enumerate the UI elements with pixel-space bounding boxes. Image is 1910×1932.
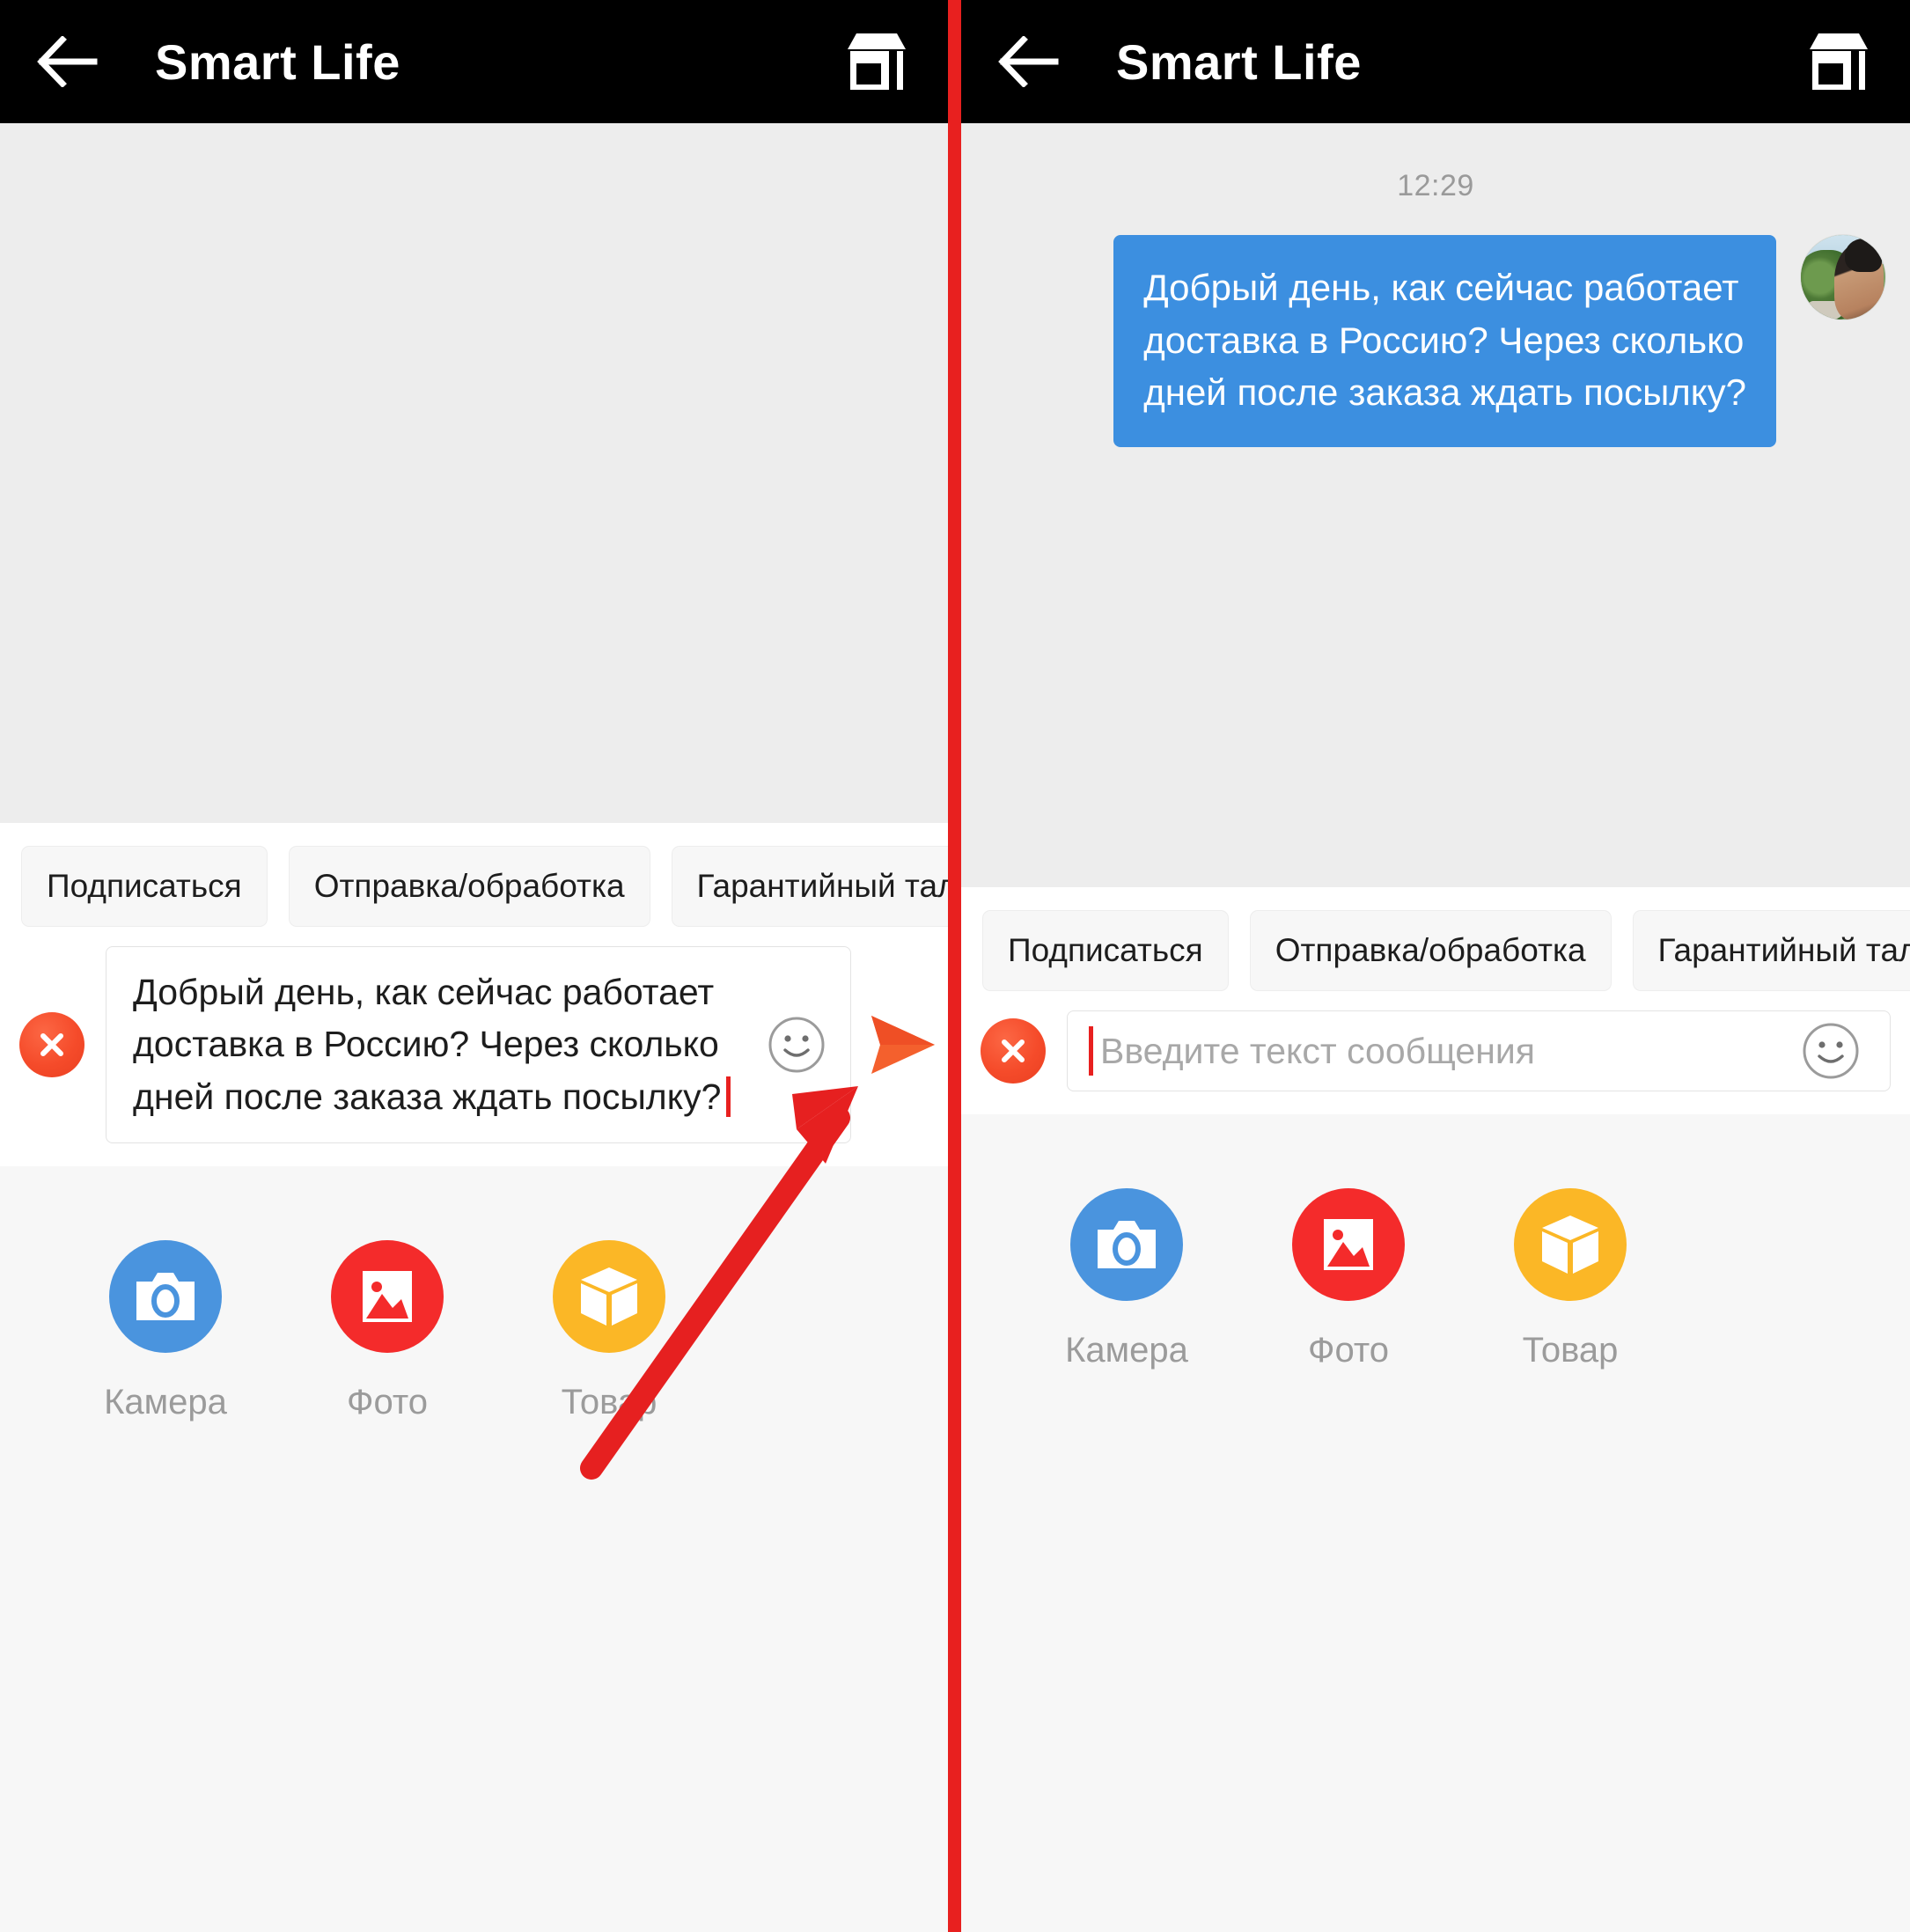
- send-arrow-icon: [871, 1016, 935, 1075]
- message-input-text-wrap-left[interactable]: Добрый день, как сейчас работает доставк…: [107, 947, 743, 1142]
- text-caret: [726, 1076, 731, 1117]
- quick-reply-chip-shipping-right[interactable]: Отправка/обработка: [1249, 910, 1612, 991]
- panel-after: Smart Life 12:29 Добрый день, как сейчас…: [961, 0, 1910, 1932]
- smiley-icon: [768, 1017, 825, 1073]
- composer-left: Подписаться Отправка/обработка Гарантийн…: [0, 823, 948, 1167]
- photo-circle-right: [1292, 1188, 1405, 1301]
- message-input-right[interactable]: Введите текст сообщения: [1067, 1010, 1891, 1091]
- text-caret-right: [1089, 1026, 1093, 1076]
- store-button-right[interactable]: [1801, 24, 1877, 99]
- bubble-line-2: доставка в Россию? Через сколько: [1143, 319, 1745, 361]
- camera-circle-left: [109, 1240, 222, 1354]
- quick-reply-chips-left: Подписаться Отправка/обработка Гарантийн…: [0, 823, 948, 927]
- app-title-left: Smart Life: [155, 33, 400, 90]
- smiley-icon: [1803, 1023, 1859, 1079]
- store-icon: [1810, 33, 1868, 90]
- bubble-line-3: дней после заказа ждать посылку?: [1143, 371, 1746, 414]
- store-icon: [848, 33, 906, 90]
- attachment-panel-left: Камера Фото Товар: [0, 1166, 948, 1932]
- chat-messages-right: 12:29 Добрый день, как сейчас работает д…: [961, 123, 1910, 887]
- camera-circle-right: [1070, 1188, 1183, 1301]
- quick-reply-chip-warranty[interactable]: Гарантийный талон: [671, 846, 948, 927]
- message-timestamp: 12:29: [1397, 169, 1474, 202]
- close-panel-button-right[interactable]: [981, 1018, 1046, 1084]
- attachment-camera-right[interactable]: Камера: [1016, 1188, 1238, 1370]
- box-icon: [581, 1267, 637, 1326]
- message-bubble[interactable]: Добрый день, как сейчас работает доставк…: [1113, 235, 1776, 447]
- attachment-label-product-left: Товар: [561, 1383, 657, 1422]
- dual-screenshot-comparison: Smart Life Подписаться Отправка/обработк…: [0, 0, 1910, 1932]
- chat-messages-left: [0, 123, 948, 823]
- input-line-3: дней после заказа ждать посылку?: [133, 1071, 731, 1123]
- store-button-left[interactable]: [839, 24, 915, 99]
- message-input-row-right: Введите текст сообщения: [961, 991, 1910, 1114]
- chat-message-outgoing: Добрый день, как сейчас работает доставк…: [961, 203, 1910, 447]
- attachment-panel-right: Камера Фото Товар: [961, 1114, 1910, 1932]
- avatar[interactable]: [1801, 235, 1885, 320]
- box-circle-left: [553, 1240, 665, 1354]
- attachment-label-camera-left: Камера: [104, 1383, 227, 1422]
- quick-reply-chip-shipping[interactable]: Отправка/обработка: [288, 846, 650, 927]
- composer-right: Подписаться Отправка/обработка Гарантийн…: [961, 887, 1910, 1114]
- send-button-left[interactable]: [851, 1007, 948, 1083]
- attachment-row-left: Камера Фото Товар: [0, 1240, 948, 1422]
- input-line-2: доставка в Россию? Через сколько: [133, 1024, 719, 1065]
- attachment-label-photo-right: Фото: [1308, 1331, 1389, 1370]
- message-input-value: Добрый день, как сейчас работает доставк…: [133, 966, 731, 1123]
- app-bar-left: Smart Life: [0, 0, 948, 123]
- panel-divider: [948, 0, 961, 1932]
- attachment-photo-left[interactable]: Фото: [276, 1240, 498, 1422]
- message-input-placeholder: Введите текст сообщения: [1100, 1030, 1535, 1071]
- app-bar-right: Smart Life: [961, 0, 1910, 123]
- box-icon: [1542, 1216, 1598, 1274]
- avatar-hair: [1844, 238, 1883, 273]
- attachment-product-left[interactable]: Товар: [498, 1240, 720, 1422]
- back-button-right[interactable]: [995, 27, 1063, 96]
- camera-icon: [136, 1273, 195, 1321]
- photo-circle-left: [331, 1240, 444, 1354]
- emoji-button-left[interactable]: [766, 1014, 827, 1076]
- camera-icon: [1098, 1221, 1156, 1268]
- message-input-placeholder-wrap[interactable]: Введите текст сообщения: [1068, 1026, 1777, 1076]
- quick-reply-chips-right: Подписаться Отправка/обработка Гарантийн…: [961, 887, 1910, 991]
- attachment-label-photo-left: Фото: [347, 1383, 428, 1422]
- quick-reply-chip-subscribe-right[interactable]: Подписаться: [982, 910, 1229, 991]
- app-title-right: Smart Life: [1116, 33, 1362, 90]
- attachment-photo-right[interactable]: Фото: [1238, 1188, 1459, 1370]
- attachment-product-right[interactable]: Товар: [1459, 1188, 1681, 1370]
- close-panel-button-left[interactable]: [19, 1012, 84, 1078]
- panel-before: Smart Life Подписаться Отправка/обработк…: [0, 0, 948, 1932]
- message-input-left[interactable]: Добрый день, как сейчас работает доставк…: [106, 946, 851, 1144]
- close-circle-icon: [1002, 1039, 1025, 1062]
- photo-icon: [363, 1271, 412, 1323]
- close-circle-icon: [40, 1033, 63, 1057]
- quick-reply-chip-warranty-right[interactable]: Гарантийный талон: [1632, 910, 1910, 991]
- emoji-button-right[interactable]: [1800, 1020, 1862, 1082]
- back-button[interactable]: [33, 27, 102, 96]
- input-line-1: Добрый день, как сейчас работает: [133, 972, 715, 1012]
- attachment-row-right: Камера Фото Товар: [961, 1188, 1910, 1370]
- message-input-row-left: Добрый день, как сейчас работает доставк…: [0, 927, 948, 1166]
- box-circle-right: [1514, 1188, 1627, 1301]
- attachment-label-camera-right: Камера: [1065, 1331, 1188, 1370]
- input-line-3-text: дней после заказа ждать посылку?: [133, 1076, 722, 1117]
- bubble-line-1: Добрый день, как сейчас работает: [1143, 267, 1739, 308]
- attachment-label-product-right: Товар: [1522, 1331, 1619, 1370]
- photo-icon: [1324, 1219, 1373, 1270]
- attachment-camera-left[interactable]: Камера: [55, 1240, 276, 1422]
- quick-reply-chip-subscribe[interactable]: Подписаться: [21, 846, 268, 927]
